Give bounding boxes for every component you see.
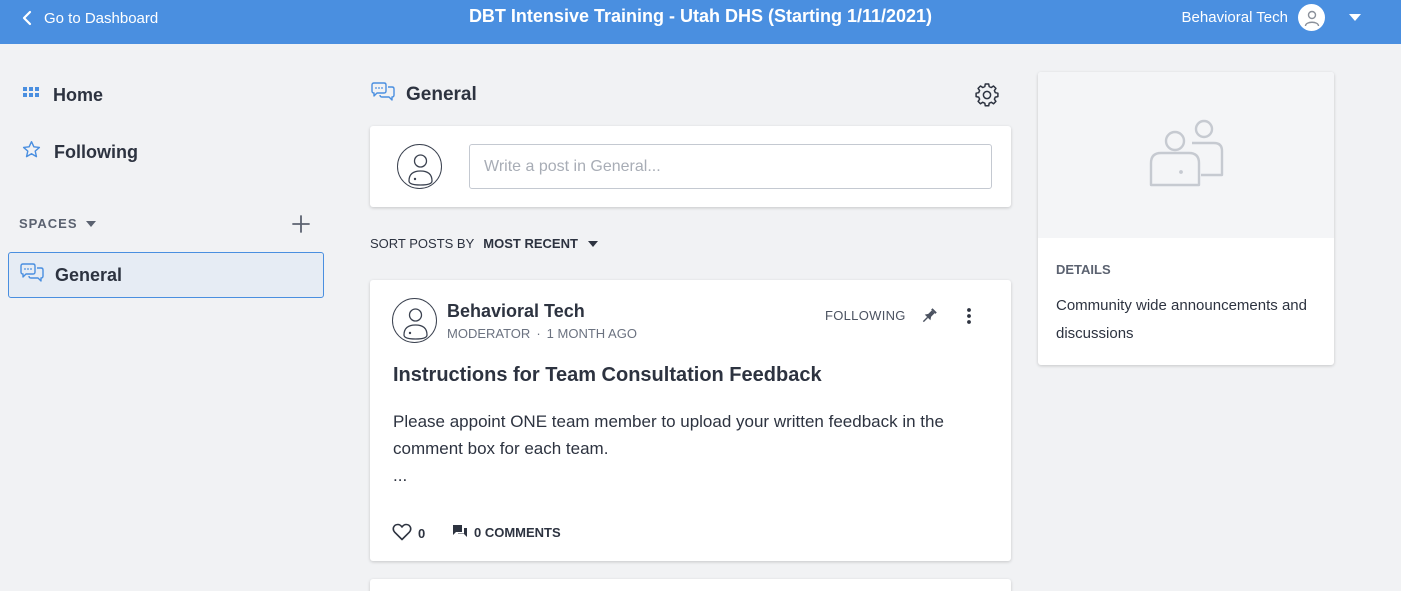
comment-icon [452,523,468,542]
comment-count: 0 COMMENTS [474,525,561,540]
top-bar: Go to Dashboard DBT Intensive Training -… [0,0,1401,44]
caret-down-icon [1349,14,1361,21]
sort-value: MOST RECENT [483,236,578,251]
post-title[interactable]: Instructions for Team Consultation Feedb… [393,364,822,387]
space-details-panel: DETAILS Community wide announcements and… [1038,72,1334,365]
avatar [1298,4,1325,31]
caret-down-icon [587,240,598,247]
details-heading: DETAILS [1056,262,1111,277]
sidebar-item-home[interactable]: Home [22,84,103,107]
gear-icon [975,83,999,111]
space-settings-button[interactable] [975,83,999,107]
go-to-dashboard-link[interactable]: Go to Dashboard [22,0,158,36]
sidebar-item-label: General [55,264,123,285]
star-icon [22,140,41,164]
post-card: Behavioral Tech MODERATOR · 1 MONTH AGO … [370,280,1011,561]
heart-icon [392,523,412,544]
pin-button[interactable] [919,306,939,326]
chevron-left-icon [22,10,32,26]
sidebar-item-label: Home [53,85,104,105]
comments-button[interactable]: 0 COMMENTS [452,523,561,542]
like-button[interactable]: 0 [392,523,425,544]
post-meta: MODERATOR · 1 MONTH AGO [447,326,637,341]
go-to-dashboard-label: Go to Dashboard [44,9,159,27]
user-name: Behavioral Tech [1181,9,1288,26]
pin-icon [919,308,939,330]
more-options-button[interactable] [960,306,978,326]
space-header: General [370,82,477,108]
caret-down-icon [85,220,96,227]
sort-label: SORT POSTS BY [370,236,475,251]
more-vertical-icon [960,308,978,330]
chat-bubbles-icon [370,82,396,108]
sidebar-item-following[interactable]: Following [22,140,138,164]
chat-bubbles-icon [19,262,45,288]
people-icon [1146,117,1226,194]
post-truncation: ... [393,466,408,485]
details-description: Community wide announcements and discuss… [1056,297,1307,342]
post-card [370,579,1011,591]
add-space-button[interactable] [290,213,312,235]
following-button[interactable]: FOLLOWING [825,308,906,323]
post-author[interactable]: Behavioral Tech [447,301,585,322]
post-time: 1 MONTH AGO [546,326,637,341]
sort-posts: SORT POSTS BY MOST RECENT [370,236,598,251]
user-menu[interactable]: Behavioral Tech [1182,4,1361,31]
page-title: General [406,84,477,105]
space-image-placeholder [1038,72,1334,238]
avatar [397,144,442,189]
avatar[interactable] [392,298,437,343]
post-composer [370,126,1011,207]
author-role: MODERATOR [447,326,531,341]
post-input[interactable] [469,144,992,189]
sidebar-item-general[interactable]: General [8,252,324,298]
spaces-toggle[interactable]: SPACES [19,216,96,231]
sort-dropdown[interactable]: MOST RECENT [483,236,598,251]
like-count: 0 [418,526,426,541]
post-body: Please appoint ONE team member to upload… [393,412,944,458]
spaces-label: SPACES [19,216,78,231]
grid-icon [22,84,40,107]
meta-separator: · [536,326,541,341]
sidebar-item-label: Following [54,141,138,162]
plus-icon [290,215,312,239]
